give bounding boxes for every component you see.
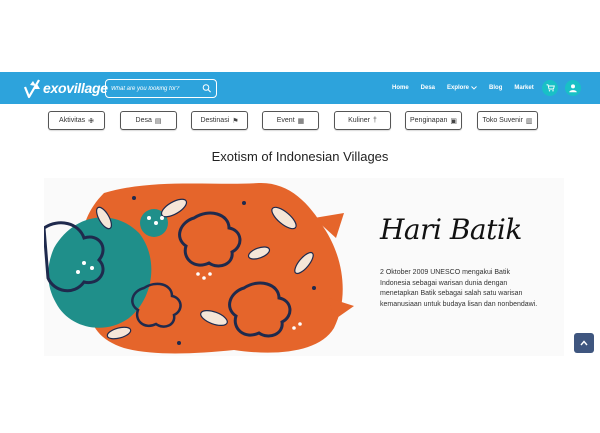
search-input[interactable] <box>111 85 201 92</box>
navbar: exovillage Home Desa Explore Blog Market <box>0 72 600 104</box>
village-icon: ▤ <box>154 117 162 125</box>
scroll-to-top-button[interactable] <box>574 333 594 353</box>
calendar-icon: ▦ <box>297 117 305 125</box>
nav-home[interactable]: Home <box>392 85 409 91</box>
activity-icon: ✙ <box>88 117 94 125</box>
banner-heading: Hari Batik <box>380 213 522 246</box>
chevron-up-icon <box>580 340 588 346</box>
category-desa[interactable]: Desa ▤ <box>120 111 177 130</box>
nav-explore[interactable]: Explore <box>447 85 477 91</box>
nav-blog[interactable]: Blog <box>489 85 502 91</box>
location-pin-icon: ⚑ <box>232 117 239 125</box>
chevron-down-icon <box>471 86 477 90</box>
cart-icon <box>546 84 555 92</box>
category-label: Penginapan <box>410 117 448 124</box>
category-label: Event <box>276 117 295 124</box>
category-label: Desa <box>135 117 152 124</box>
culinary-icon: † <box>372 117 377 124</box>
page-title: Exotism of Indonesian Villages <box>211 149 389 164</box>
cart-button[interactable] <box>542 80 558 96</box>
nav-links: Home Desa Explore Blog Market <box>392 72 546 104</box>
bed-icon: ▣ <box>450 117 457 125</box>
category-label: Destinasi <box>200 117 230 124</box>
search-icon[interactable] <box>202 83 212 94</box>
logo-mark-icon <box>24 79 40 99</box>
category-toko-suvenir[interactable]: Toko Suvenir ▥ <box>477 111 538 130</box>
category-kuliner[interactable]: Kuliner † <box>334 111 391 130</box>
logo[interactable]: exovillage <box>24 76 108 100</box>
page: exovillage Home Desa Explore Blog Market <box>0 0 600 433</box>
nav-market[interactable]: Market <box>514 85 533 91</box>
nav-explore-label: Explore <box>447 85 470 91</box>
shop-icon: ▥ <box>525 117 533 125</box>
user-button[interactable] <box>565 80 581 96</box>
logo-text: exovillage <box>43 80 108 96</box>
category-label: Aktivitas <box>59 117 86 124</box>
banner-description: 2 Oktober 2009 UNESCO mengakui Batik Ind… <box>380 269 538 308</box>
batik-artwork <box>44 182 354 354</box>
nav-desa[interactable]: Desa <box>421 85 435 91</box>
category-penginapan[interactable]: Penginapan ▣ <box>405 111 462 130</box>
category-aktivitas[interactable]: Aktivitas ✙ <box>48 111 105 130</box>
category-label: Toko Suvenir <box>482 117 523 124</box>
search-box[interactable] <box>105 79 217 98</box>
user-icon <box>569 84 577 93</box>
category-event[interactable]: Event ▦ <box>262 111 319 130</box>
category-destinasi[interactable]: Destinasi ⚑ <box>191 111 248 130</box>
category-label: Kuliner <box>348 117 370 124</box>
